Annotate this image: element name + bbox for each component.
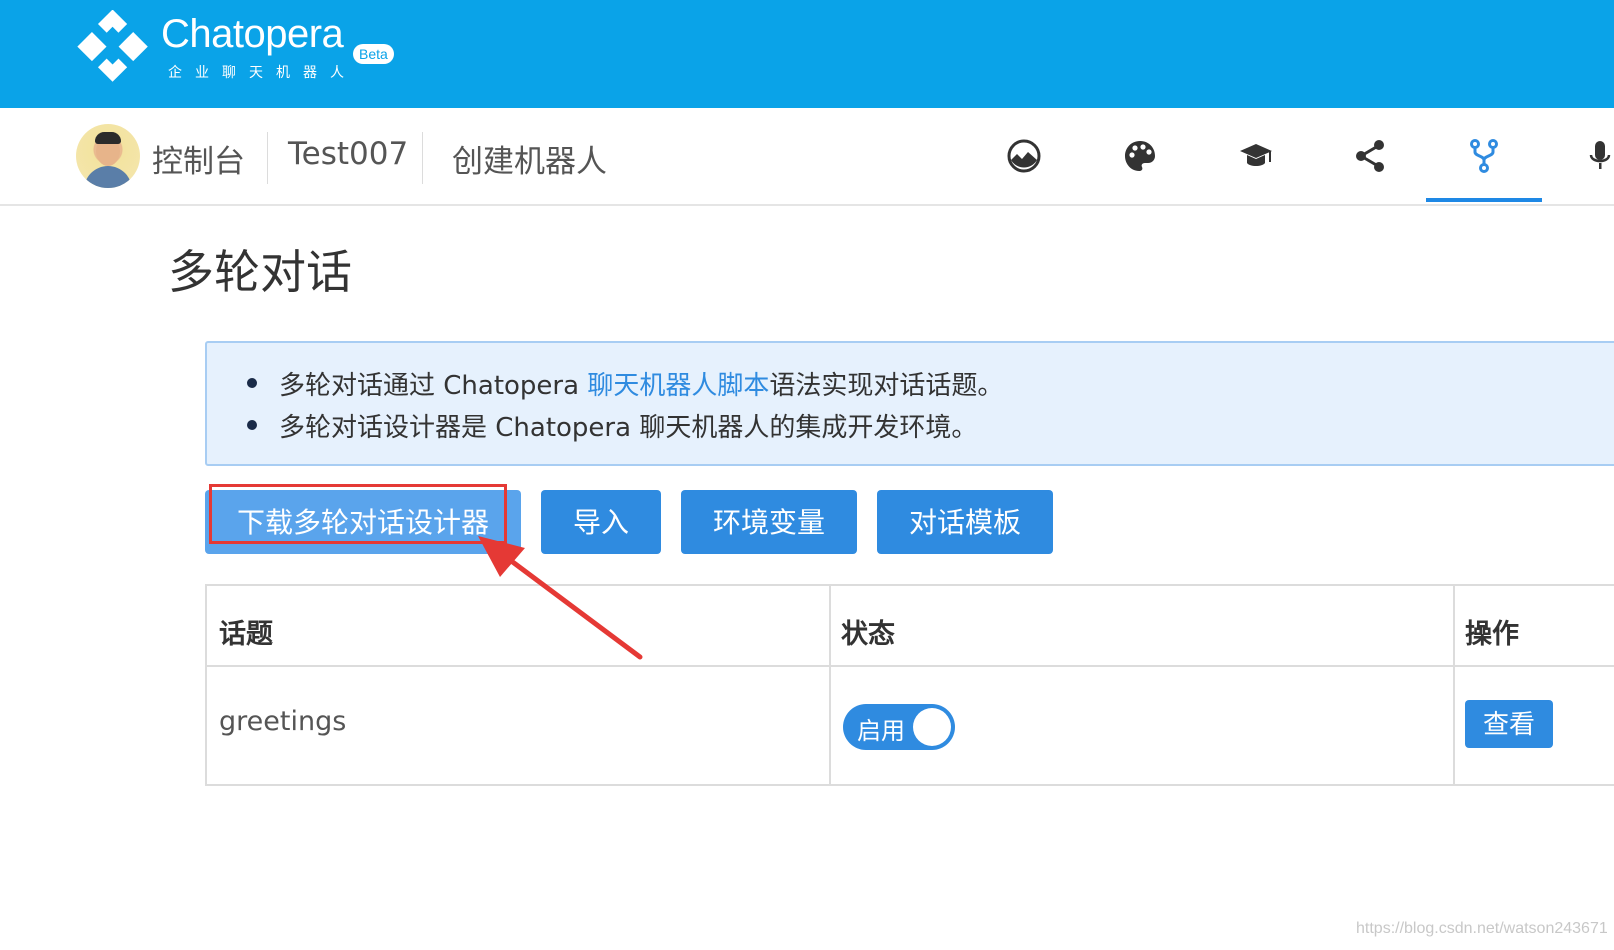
watermark-text: https://blog.csdn.net/watson243671 (1356, 920, 1608, 937)
active-tab-indicator (1426, 198, 1542, 202)
table-header-topic: 话题 (219, 619, 273, 650)
beta-badge: Beta (353, 44, 394, 64)
highlight-annotation (209, 484, 507, 544)
nav-create-bot-link[interactable]: 创建机器人 (452, 136, 607, 181)
info-text: 多轮对话设计器是 Chatopera 聊天机器人的集成开发环境。 (279, 413, 978, 443)
view-topic-button[interactable]: 查看 (1465, 700, 1553, 748)
nav-bot-name-link[interactable]: Test007 (288, 136, 408, 172)
share-icon[interactable] (1352, 138, 1388, 174)
navigation-bar: 控制台 Test007 创建机器人 (0, 108, 1614, 206)
topics-table: 话题 状态 操作 greetings 启用 查看 (205, 584, 1614, 786)
fork-icon[interactable] (1466, 138, 1502, 174)
brand-name[interactable]: Chatopera (161, 12, 344, 57)
table-divider (829, 586, 831, 784)
info-alert: 多轮对话通过 Chatopera 聊天机器人脚本语法实现对话话题。 多轮对话设计… (205, 341, 1614, 466)
import-button[interactable]: 导入 (541, 490, 661, 554)
info-line-1: 多轮对话通过 Chatopera 聊天机器人脚本语法实现对话话题。 (247, 365, 1004, 402)
status-toggle-label: 启用 (857, 717, 905, 745)
page-title: 多轮对话 (168, 245, 352, 299)
env-vars-button[interactable]: 环境变量 (681, 490, 857, 554)
table-divider (1453, 586, 1455, 784)
nav-divider (267, 132, 268, 184)
topic-name-cell[interactable]: greetings (219, 706, 346, 737)
dialog-templates-button[interactable]: 对话模板 (877, 490, 1053, 554)
table-header-status: 状态 (841, 619, 895, 650)
toggle-knob (913, 708, 951, 746)
nav-console-link[interactable]: 控制台 (152, 136, 245, 181)
info-line-2: 多轮对话设计器是 Chatopera 聊天机器人的集成开发环境。 (247, 407, 978, 444)
bullet-icon (247, 420, 257, 430)
nav-divider (422, 132, 423, 184)
brand-subtitle: 企业聊天机器人 (168, 65, 357, 81)
palette-icon[interactable] (1122, 138, 1158, 174)
dashboard-icon[interactable] (1006, 138, 1042, 174)
microphone-icon[interactable] (1582, 138, 1614, 174)
chatopera-logo-icon[interactable] (76, 9, 151, 85)
script-syntax-link[interactable]: 聊天机器人脚本 (587, 371, 769, 401)
info-text: 多轮对话通过 Chatopera (279, 371, 588, 401)
status-toggle[interactable]: 启用 (843, 704, 955, 750)
table-header-actions: 操作 (1465, 619, 1519, 650)
info-text: 语法实现对话话题。 (769, 371, 1004, 401)
user-avatar[interactable] (76, 124, 140, 188)
graduation-cap-icon[interactable] (1238, 138, 1274, 174)
brand-header: Chatopera 企业聊天机器人 Beta (0, 0, 1614, 108)
table-divider (207, 665, 1614, 667)
bullet-icon (247, 378, 257, 388)
